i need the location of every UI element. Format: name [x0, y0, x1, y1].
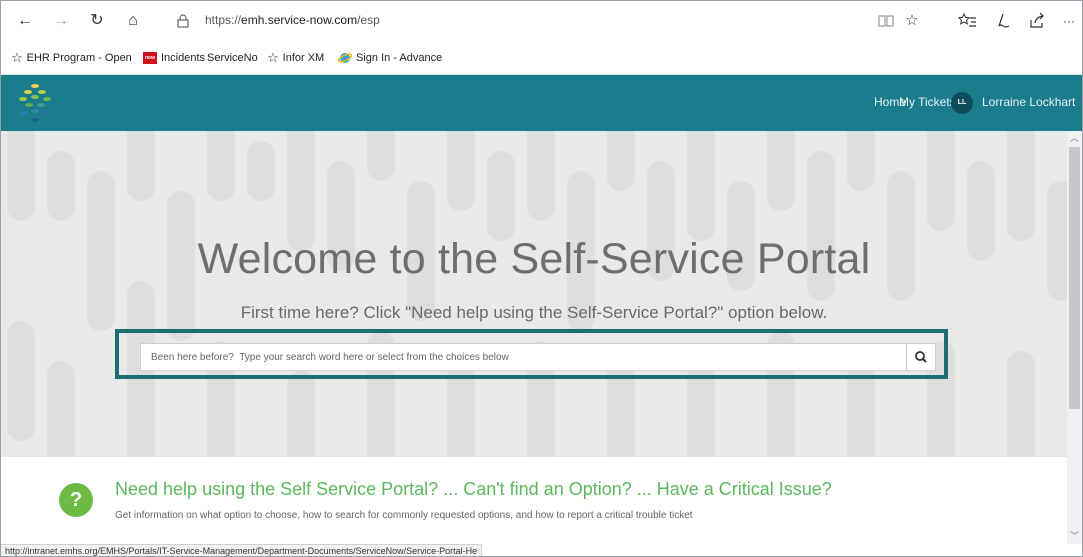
scroll-up-icon[interactable]: ︿: [1067, 131, 1082, 145]
reading-view-icon[interactable]: [876, 11, 896, 31]
favorite-label: Sign In - Advance: [356, 52, 443, 64]
more-icon[interactable]: ···: [1059, 11, 1079, 31]
refresh-icon[interactable]: ↻: [87, 11, 107, 31]
favorite-star-icon[interactable]: ☆: [902, 11, 922, 31]
home-icon[interactable]: ⌂: [123, 11, 143, 31]
url-text: https://emh.service-now.com/esp: [205, 13, 380, 27]
browser-toolbar: ← → ↻ ⌂ https://emh.service-now.com/esp …: [1, 1, 1082, 41]
page-scrollbar[interactable]: ︿ ﹀: [1067, 131, 1082, 544]
favorite-item-infor-xm[interactable]: ☆ Infor XM: [267, 49, 324, 67]
scroll-thumb[interactable]: [1069, 147, 1080, 409]
portal-header: Home My Tickets LL Lorraine Lockhart: [1, 75, 1082, 131]
page-title: Welcome to the Self-Service Portal: [197, 235, 871, 283]
star-outline-icon: ☆: [267, 50, 279, 66]
favorites-hub-icon[interactable]: [958, 11, 978, 31]
question-circle-icon[interactable]: ?: [59, 483, 93, 517]
favorite-item-incidents[interactable]: now Incidents: [143, 49, 205, 67]
help-section: ? Need help using the Self Service Porta…: [1, 457, 1067, 544]
avatar[interactable]: LL: [951, 92, 973, 114]
url-path: /esp: [357, 13, 380, 27]
favorite-label: ServiceNo: [207, 52, 258, 64]
back-arrow-icon[interactable]: ←: [15, 11, 35, 31]
pen-icon[interactable]: [993, 11, 1013, 31]
portal-logo-icon[interactable]: [15, 81, 55, 125]
page-subtitle: First time here? Click "Need help using …: [240, 303, 828, 322]
help-description: Get information on what option to choose…: [115, 510, 693, 521]
help-link-title[interactable]: Need help using the Self Service Portal?…: [115, 479, 832, 500]
user-name-link[interactable]: Lorraine Lockhart: [982, 95, 1075, 109]
search-input[interactable]: [140, 343, 906, 371]
browser-window: ← → ↻ ⌂ https://emh.service-now.com/esp …: [0, 0, 1083, 557]
favorite-label: EHR Program - Open: [26, 52, 132, 64]
address-bar[interactable]: https://emh.service-now.com/esp: [169, 7, 934, 35]
hero-banner: Welcome to the Self-Service Portal First…: [1, 131, 1067, 457]
scroll-down-icon[interactable]: ﹀: [1067, 529, 1082, 543]
url-prefix: https://: [205, 13, 242, 27]
status-bar-link: http://intranet.emhs.org/EMHS/Portals/IT…: [1, 544, 483, 556]
ie-logo-icon: [338, 53, 352, 64]
favorite-item-ehr-program[interactable]: ☆ EHR Program - Open: [11, 49, 132, 67]
favorite-label: Incidents: [161, 52, 206, 64]
favorite-item-sign-in[interactable]: Sign In - Advance: [338, 49, 442, 67]
share-icon[interactable]: [1027, 11, 1047, 31]
favorites-bar: ☆ EHR Program - Open now Incidents Service…: [1, 41, 1082, 75]
search-icon: [915, 351, 927, 363]
favorite-item-servicenow[interactable]: ServiceNo: [207, 49, 258, 67]
nav-link-my-tickets[interactable]: My Tickets: [899, 95, 956, 109]
forward-arrow-icon[interactable]: →: [51, 11, 71, 31]
now-badge-icon: now: [143, 52, 157, 65]
favorite-label: Infor XM: [282, 52, 325, 64]
lock-icon: [177, 14, 189, 28]
search-button[interactable]: [906, 343, 936, 371]
url-domain: emh.service-now.com: [241, 13, 358, 27]
decorative-pill-pattern: [7, 131, 1067, 457]
star-outline-icon: ☆: [11, 50, 23, 66]
